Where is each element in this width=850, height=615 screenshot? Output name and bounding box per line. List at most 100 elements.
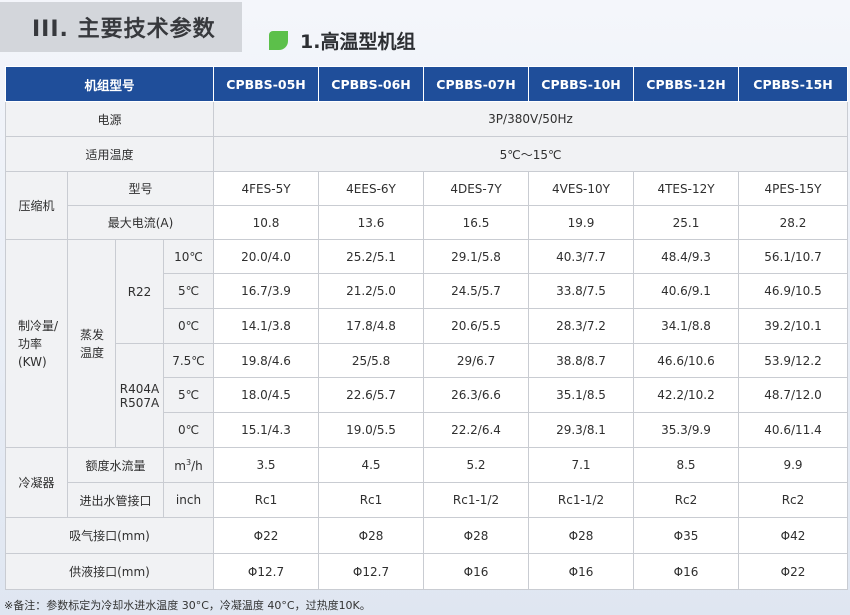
table-cell: 29/6.7: [423, 343, 530, 378]
table-cell: 16.7/3.9: [213, 273, 320, 309]
unit-label: m3/h: [162, 447, 215, 483]
table-cell: Φ12.7: [318, 553, 425, 590]
table-cell: 22.2/6.4: [423, 412, 530, 448]
spec-table: 机组型号 CPBBS-05H CPBBS-06H CPBBS-07H CPBBS…: [4, 66, 849, 590]
section-title: III. 主要技术参数: [32, 17, 216, 42]
table-cell: 25.2/5.1: [318, 239, 425, 274]
table-cell: 29.1/5.8: [423, 239, 530, 274]
table-cell: 46.9/10.5: [738, 273, 849, 309]
table-cell: Φ35: [633, 517, 740, 554]
evap-label: 蒸发 温度: [67, 239, 116, 448]
refrigerant-r507a-line: R507A: [119, 395, 160, 410]
evap-temp-label: 7.5℃: [162, 343, 215, 378]
table-cell: Rc2: [738, 482, 849, 518]
table-cell: 25/5.8: [318, 343, 425, 378]
table-cell: 9.9: [738, 447, 849, 483]
evap-temp-label: 10℃: [162, 239, 215, 274]
table-cell: 28.2: [738, 205, 849, 240]
condenser-label: 冷凝器: [5, 447, 68, 518]
temp-label: 适用温度: [4, 136, 215, 172]
table-cell: 35.1/8.5: [528, 377, 635, 413]
table-cell: Rc1-1/2: [528, 482, 635, 518]
table-cell: 48.7/12.0: [738, 377, 849, 413]
table-cell: 34.1/8.8: [633, 308, 740, 344]
refrigerant-r404a-label: R404A R507A: [115, 343, 164, 448]
table-row: 进出水管接口 inch Rc1 Rc1 Rc1-1/2 Rc1-1/2 Rc2 …: [6, 482, 849, 518]
evap-temp-label: 0℃: [162, 412, 215, 448]
table-cell: 4.5: [318, 447, 425, 483]
table-row: R404A R507A 7.5℃ 19.8/4.6 25/5.8 29/6.7 …: [6, 343, 849, 448]
table-cell: 8.5: [633, 447, 740, 483]
table-cell: 24.5/5.7: [423, 273, 530, 309]
table-header-row: 机组型号 CPBBS-05H CPBBS-06H CPBBS-07H CPBBS…: [4, 66, 849, 102]
table-cell: 38.8/8.7: [528, 343, 635, 378]
table-cell: 35.3/9.9: [633, 412, 740, 448]
table-cell: 48.4/9.3: [633, 239, 740, 274]
table-cell: Φ22: [738, 553, 849, 590]
table-cell: Φ42: [738, 517, 849, 554]
table-cell: 10.8: [213, 205, 320, 240]
cooling-label-line-2: 功率(KW): [18, 336, 47, 369]
table-cell: Φ16: [528, 553, 635, 590]
power-value: 3P/380V/50Hz: [213, 101, 849, 137]
table-row: 供液接口(mm) Φ12.7 Φ12.7 Φ16 Φ16 Φ16 Φ22: [4, 553, 849, 590]
table-row: 吸气接口(mm) Φ22 Φ28 Φ28 Φ28 Φ35 Φ42: [4, 517, 849, 554]
model-header: CPBBS-06H: [318, 66, 425, 102]
liquid-label: 供液接口(mm): [4, 553, 215, 590]
footnote: ※备注：参数标定为冷却水进水温度 30°C，冷凝温度 40°C，过热度10K。: [4, 599, 371, 612]
model-header: CPBBS-05H: [213, 66, 320, 102]
table-cell: 39.2/10.1: [738, 308, 849, 344]
table-cell: 26.3/6.6: [423, 377, 530, 413]
table-cell: 40.3/7.7: [528, 239, 635, 274]
table-cell: 28.3/7.2: [528, 308, 635, 344]
table-cell: 4EES-6Y: [318, 171, 425, 206]
table-cell: 4TES-12Y: [633, 171, 740, 206]
model-header: CPBBS-15H: [738, 66, 849, 102]
table-cell: 46.6/10.6: [633, 343, 740, 378]
table-cell: 40.6/9.1: [633, 273, 740, 309]
table-row: 压缩机 型号 4FES-5Y 4EES-6Y 4DES-7Y 4VES-10Y …: [5, 171, 849, 240]
unit-tail: /h: [191, 458, 203, 473]
table-cell: 42.2/10.2: [633, 377, 740, 413]
table-cell: 40.6/11.4: [738, 412, 849, 448]
table-cell: 14.1/3.8: [213, 308, 320, 344]
evap-temp-label: 5℃: [162, 273, 215, 309]
table-cell: Rc1: [318, 482, 425, 518]
table-cell: 22.6/5.7: [318, 377, 425, 413]
cooling-label: 制冷量/ 功率(KW): [5, 239, 68, 448]
table-row: 制冷量/ 功率(KW) 蒸发 温度 R22 10℃ 20.0/4.0 25.2/…: [5, 239, 849, 448]
table-cell: 18.0/4.5: [213, 377, 320, 413]
row-label: 最大电流(A): [66, 205, 215, 240]
table-cell: Φ12.7: [213, 553, 320, 590]
table-cell: 29.3/8.1: [528, 412, 635, 448]
suction-label: 吸气接口(mm): [4, 517, 215, 554]
table-cell: 20.0/4.0: [213, 239, 320, 274]
table-row: 电源 3P/380V/50Hz: [4, 101, 849, 137]
section-header-box: III. 主要技术参数: [0, 2, 242, 52]
unit-base: m: [174, 458, 186, 473]
table-cell: 16.5: [423, 205, 530, 240]
table-cell: Rc1: [213, 482, 320, 518]
table-cell: Rc1-1/2: [423, 482, 530, 518]
table-cell: 7.1: [528, 447, 635, 483]
table-cell: 25.1: [633, 205, 740, 240]
cooling-label-line-1: 制冷量/: [18, 318, 59, 333]
evap-label-line-2: 温度: [80, 345, 105, 360]
table-cell: 19.9: [528, 205, 635, 240]
table-cell: 15.1/4.3: [213, 412, 320, 448]
temp-value: 5℃～15℃: [213, 136, 849, 172]
table-row: 适用温度 5℃～15℃: [4, 136, 849, 172]
table-cell: 19.0/5.5: [318, 412, 425, 448]
table-cell: 4PES-15Y: [738, 171, 849, 206]
refrigerant-r404a-line: R404A: [119, 381, 160, 396]
table-cell: 4DES-7Y: [423, 171, 530, 206]
table-cell: 17.8/4.8: [318, 308, 425, 344]
green-square-icon: [269, 30, 288, 50]
table-cell: Φ16: [633, 553, 740, 590]
table-cell: 21.2/5.0: [318, 273, 425, 309]
table-row: 最大电流(A) 10.8 13.6 16.5 19.9 25.1 28.2: [6, 205, 849, 240]
table-cell: Φ16: [423, 553, 530, 590]
sub-title: 1.高温型机组: [300, 30, 416, 53]
table-cell: 53.9/12.2: [738, 343, 849, 378]
row-label: 进出水管接口: [67, 482, 164, 518]
